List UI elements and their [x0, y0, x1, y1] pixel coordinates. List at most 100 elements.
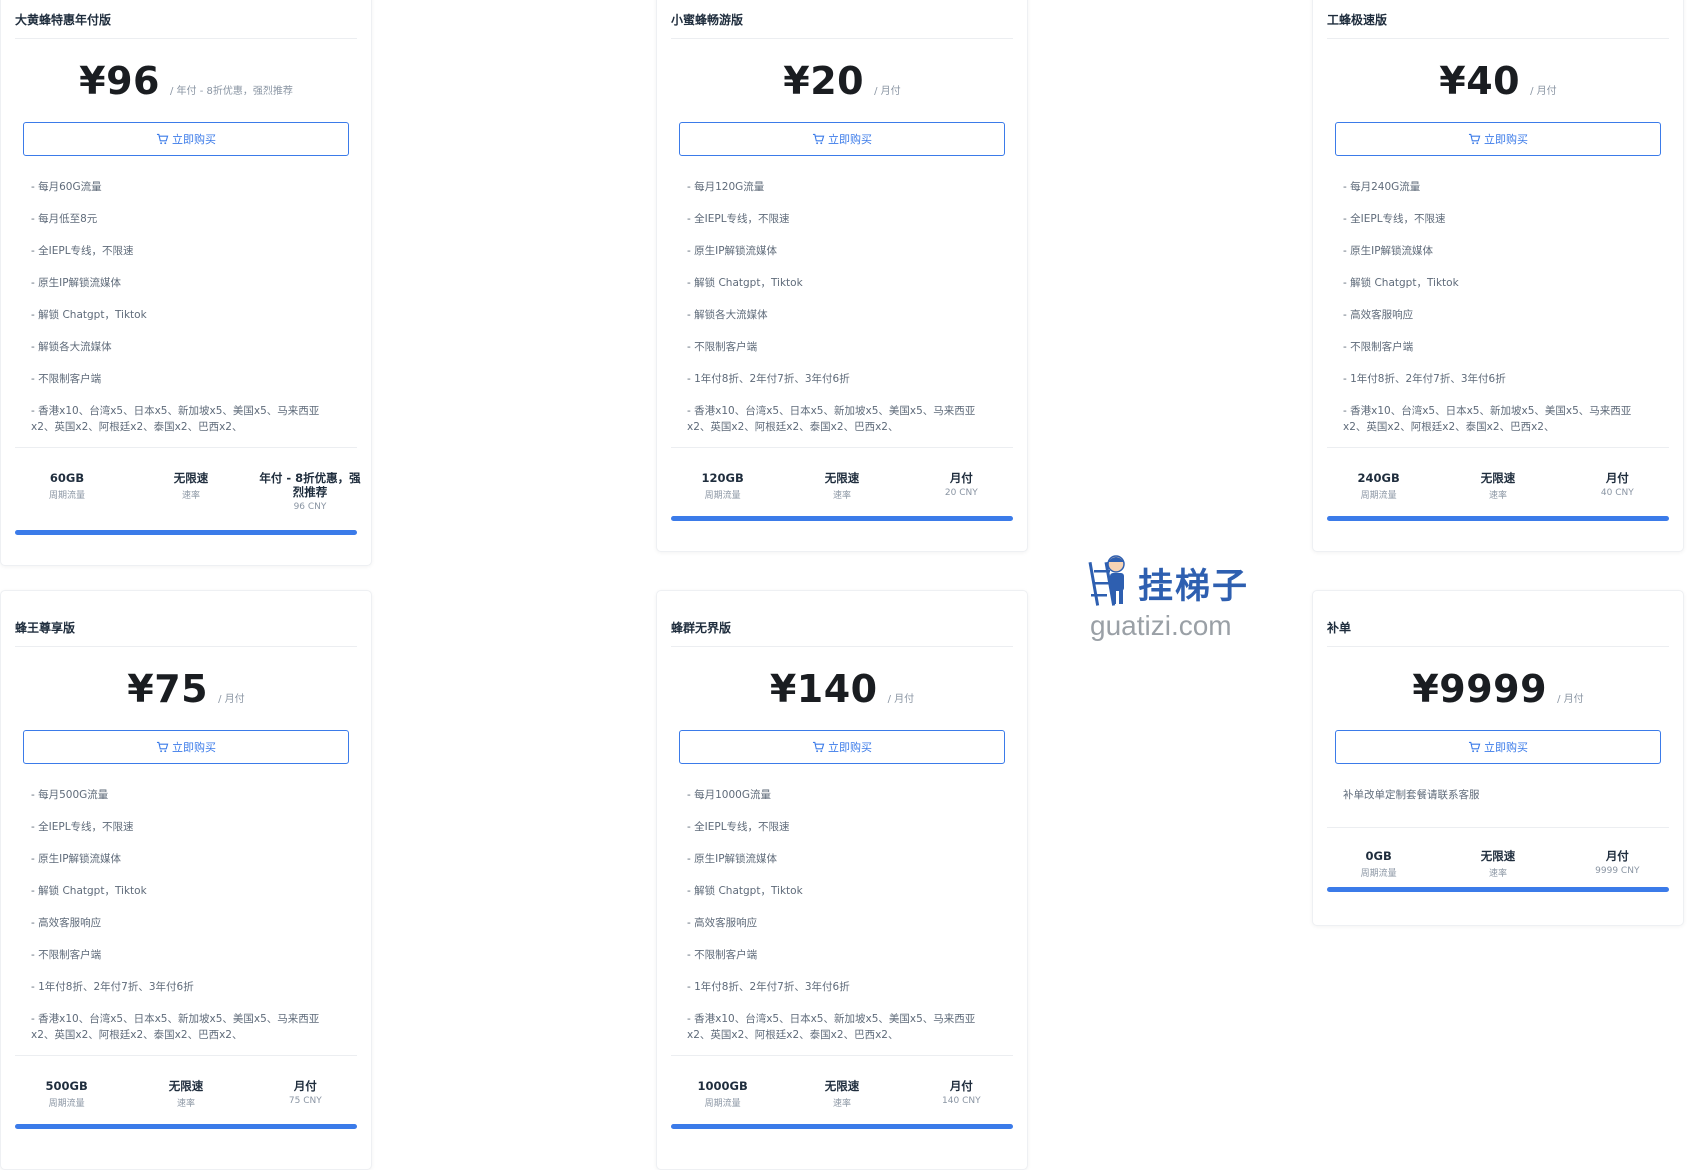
buy-now-label: 立即购买 — [828, 741, 872, 754]
feature-item: - 每月60G流量 — [31, 181, 102, 193]
buy-now-button[interactable]: 立即购买 — [23, 122, 349, 156]
buy-now-label: 立即购买 — [1484, 741, 1528, 754]
feature-list: - 每月60G流量 - 每月低至8元 - 全IEPL专线，不限速 - 原生IP解… — [31, 179, 341, 435]
feature-item: - 1年付8折、2年付7折、3年付6折 — [31, 981, 194, 993]
feature-item: - 不限制客户端 — [687, 949, 758, 961]
plan-card: 工蜂极速版 ¥40 / 月付 立即购买 - 每月240G流量 - 全IEPL专线… — [1312, 0, 1684, 552]
feature-item: - 每月500G流量 — [31, 789, 109, 801]
price-row: ¥75 / 月付 — [1, 667, 371, 715]
divider — [671, 447, 1013, 448]
plan-title: 小蜜蜂畅游版 — [671, 13, 744, 27]
buy-now-label: 立即购买 — [828, 133, 872, 146]
stat-traffic: 1000GB 周期流量 — [697, 1079, 748, 1109]
feature-item: - 全IEPL专线，不限速 — [687, 821, 790, 833]
plan-card: 补单 ¥9999 / 月付 立即购买 补单改单定制套餐请联系客服 0GB 周期流… — [1312, 590, 1684, 926]
stat-traffic: 60GB 周期流量 — [48, 471, 85, 501]
divider — [15, 1055, 357, 1056]
divider — [671, 646, 1013, 647]
feature-item: - 全IEPL专线，不限速 — [687, 213, 790, 225]
cart-icon — [1468, 133, 1481, 145]
stat-billing: 月付 140 CNY — [942, 1079, 981, 1106]
stat-billing: 月付 20 CNY — [944, 471, 978, 498]
stat-speed: 无限速 速率 — [1480, 849, 1516, 879]
feature-item: - 香港x10、台湾x5、日本x5、新加坡x5、美国x5、马来西亚x2、英国x2… — [31, 1013, 320, 1041]
stat-billing: 年付 - 8折优惠，强烈推荐 96 CNY — [259, 471, 361, 512]
stat-billing: 月付 75 CNY — [288, 1079, 322, 1106]
plan-price: ¥75 — [127, 667, 209, 711]
accent-bar — [15, 530, 357, 535]
feature-item: - 每月240G流量 — [1343, 181, 1421, 193]
divider — [15, 646, 357, 647]
stat-traffic: 120GB 周期流量 — [701, 471, 744, 501]
feature-item: - 解锁各大流媒体 — [687, 309, 768, 321]
feature-item: - 解锁 Chatgpt，Tiktok — [1343, 277, 1459, 289]
buy-now-button[interactable]: 立即购买 — [23, 730, 349, 764]
feature-item: - 香港x10、台湾x5、日本x5、新加坡x5、美国x5、马来西亚x2、英国x2… — [31, 405, 320, 433]
feature-item: - 解锁 Chatgpt，Tiktok — [31, 885, 147, 897]
watermark-logo: 挂梯子 guatizi.com — [1088, 548, 1258, 648]
feature-item: - 高效客服响应 — [687, 917, 758, 929]
plan-period: / 月付 — [1530, 86, 1557, 97]
divider — [671, 1055, 1013, 1056]
plan-price: ¥96 — [79, 59, 160, 103]
buy-now-label: 立即购买 — [172, 741, 216, 754]
plan-price: ¥20 — [783, 59, 865, 103]
plan-stats: 240GB 周期流量 无限速 速率 月付 40 CNY — [1319, 471, 1677, 501]
feature-list: - 每月500G流量 - 全IEPL专线，不限速 - 原生IP解锁流媒体 - 解… — [31, 787, 341, 1043]
feature-item: - 高效客服响应 — [1343, 309, 1414, 321]
buy-now-label: 立即购买 — [1484, 133, 1528, 146]
divider — [1327, 827, 1669, 828]
buy-now-button[interactable]: 立即购买 — [679, 122, 1005, 156]
plan-period: / 月付 — [218, 694, 245, 705]
stat-speed: 无限速 速率 — [173, 471, 209, 501]
watermark-brand-cn: 挂梯子 — [1138, 567, 1250, 607]
buy-now-button[interactable]: 立即购买 — [1335, 122, 1661, 156]
stat-speed: 无限速 速率 — [824, 1079, 860, 1109]
stat-speed: 无限速 速率 — [824, 471, 860, 501]
plan-card: 大黄蜂特惠年付版 ¥96 / 年付 - 8折优惠，强烈推荐 立即购买 - 每月6… — [0, 0, 372, 566]
feature-item: - 全IEPL专线，不限速 — [31, 821, 134, 833]
feature-item: - 1年付8折、2年付7折、3年付6折 — [1343, 373, 1506, 385]
feature-list: - 每月120G流量 - 全IEPL专线，不限速 - 原生IP解锁流媒体 - 解… — [687, 179, 997, 435]
feature-item: - 解锁 Chatgpt，Tiktok — [31, 309, 147, 321]
plan-title: 大黄蜂特惠年付版 — [15, 13, 112, 27]
buy-now-button[interactable]: 立即购买 — [1335, 730, 1661, 764]
plan-price: ¥9999 — [1412, 667, 1548, 711]
ladder-mascot-icon — [1088, 555, 1125, 606]
feature-list: 补单改单定制套餐请联系客服 — [1343, 787, 1653, 819]
feature-item: - 每月1000G流量 — [687, 789, 771, 801]
feature-item: - 不限制客户端 — [687, 341, 758, 353]
divider — [671, 38, 1013, 39]
feature-list: - 每月240G流量 - 全IEPL专线，不限速 - 原生IP解锁流媒体 - 解… — [1343, 179, 1653, 435]
price-row: ¥140 / 月付 — [657, 667, 1027, 715]
divider — [15, 447, 357, 448]
cart-icon — [156, 133, 169, 145]
plan-period: / 年付 - 8折优惠，强烈推荐 — [169, 86, 293, 97]
plan-card: 小蜜蜂畅游版 ¥20 / 月付 立即购买 - 每月120G流量 - 全IEPL专… — [656, 0, 1028, 552]
stat-billing: 月付 40 CNY — [1600, 471, 1634, 498]
stat-speed: 无限速 速率 — [168, 1079, 204, 1109]
price-row: ¥20 / 月付 — [657, 59, 1027, 107]
feature-item: - 原生IP解锁流媒体 — [31, 853, 122, 865]
feature-item: - 每月120G流量 — [687, 181, 765, 193]
plan-period: / 月付 — [1557, 694, 1584, 705]
plan-title: 补单 — [1327, 621, 1352, 635]
accent-bar — [15, 1124, 357, 1129]
plan-title: 蜂群无界版 — [671, 621, 732, 635]
plan-period: / 月付 — [887, 694, 915, 705]
buy-now-button[interactable]: 立即购买 — [679, 730, 1005, 764]
plan-title: 蜂王尊享版 — [15, 621, 76, 635]
feature-item: - 原生IP解锁流媒体 — [31, 277, 122, 289]
accent-bar — [1327, 516, 1669, 521]
watermark-url: guatizi.com — [1090, 610, 1232, 641]
feature-item: - 不限制客户端 — [31, 373, 102, 385]
plan-stats: 0GB 周期流量 无限速 速率 月付 9999 CNY — [1319, 849, 1677, 879]
accent-bar — [671, 1124, 1013, 1129]
feature-item: - 1年付8折、2年付7折、3年付6折 — [687, 981, 850, 993]
feature-item: - 香港x10、台湾x5、日本x5、新加坡x5、美国x5、马来西亚x2、英国x2… — [1343, 405, 1632, 433]
divider — [15, 38, 357, 39]
stat-traffic: 500GB 周期流量 — [45, 1079, 88, 1109]
cart-icon — [156, 741, 169, 753]
feature-item: - 解锁 Chatgpt，Tiktok — [687, 277, 803, 289]
price-row: ¥96 / 年付 - 8折优惠，强烈推荐 — [1, 59, 371, 107]
